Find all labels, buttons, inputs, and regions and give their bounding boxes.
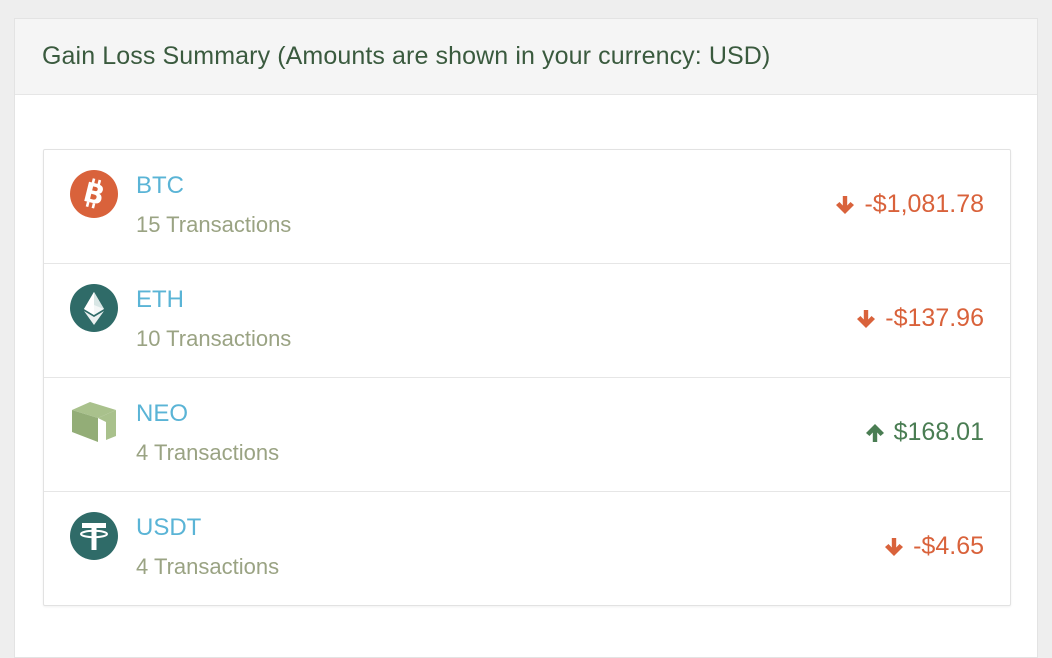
- panel-header: Gain Loss Summary (Amounts are shown in …: [15, 19, 1037, 95]
- coin-symbol-link[interactable]: USDT: [136, 514, 201, 542]
- transaction-count: 10 Transactions: [136, 326, 292, 351]
- transaction-count: 15 Transactions: [136, 212, 292, 237]
- coin-row-btc: B BTC 15 Transactions -$1,081.78: [44, 150, 1010, 264]
- coin-row-eth: ETH 10 Transactions -$137.96: [44, 264, 1010, 378]
- coin-row-neo: NEO 4 Transactions $168.01: [44, 378, 1010, 492]
- arrow-down-icon: [885, 537, 904, 556]
- coin-list: B BTC 15 Transactions -$1,081.78 ETH 10 …: [43, 149, 1011, 606]
- coin-symbol-link[interactable]: ETH: [136, 286, 184, 314]
- gain-loss-panel: Gain Loss Summary (Amounts are shown in …: [14, 18, 1038, 658]
- arrow-up-icon: [865, 423, 884, 442]
- gain-loss-amount: -$137.96: [855, 304, 984, 333]
- amount-value: -$1,081.78: [864, 190, 984, 218]
- amount-value: $168.01: [893, 418, 984, 446]
- amount-value: -$137.96: [885, 304, 984, 332]
- bitcoin-icon: B: [70, 170, 118, 218]
- transaction-count: 4 Transactions: [136, 554, 280, 579]
- panel-title: Gain Loss Summary (Amounts are shown in …: [42, 42, 771, 70]
- neo-icon: [72, 402, 116, 442]
- tether-icon: [70, 512, 118, 560]
- arrow-down-icon: [857, 309, 876, 328]
- amount-value: -$4.65: [913, 532, 984, 560]
- coin-symbol-link[interactable]: NEO: [136, 400, 188, 428]
- coin-row-usdt: USDT 4 Transactions -$4.65: [44, 492, 1010, 605]
- arrow-down-icon: [836, 195, 855, 214]
- gain-loss-amount: -$1,081.78: [834, 190, 984, 219]
- coin-symbol-link[interactable]: BTC: [136, 172, 184, 200]
- ethereum-icon: [70, 284, 118, 332]
- gain-loss-amount: -$4.65: [883, 532, 984, 561]
- transaction-count: 4 Transactions: [136, 440, 280, 465]
- gain-loss-amount: $168.01: [864, 418, 984, 447]
